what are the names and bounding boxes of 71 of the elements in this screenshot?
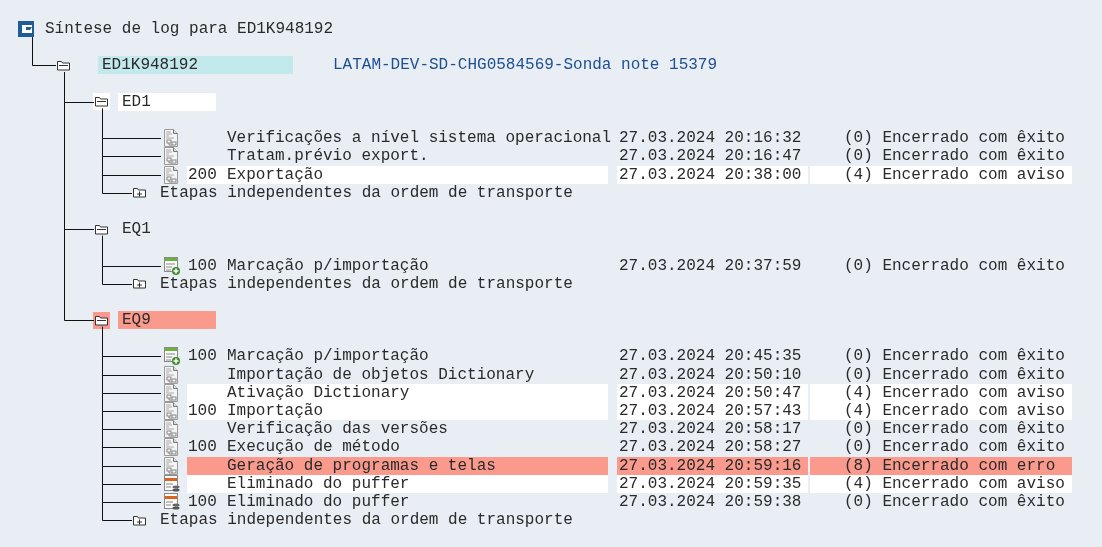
step-name: Tratam.prévio export. <box>226 147 430 166</box>
folder-icon[interactable] <box>56 58 71 72</box>
document-icon <box>161 147 181 166</box>
step-date: 27.03.2024 20:59:16 <box>617 456 808 475</box>
step-date: 27.03.2024 20:50:47 <box>617 383 808 402</box>
step-number: 100 <box>187 438 218 457</box>
step-name: Marcação p/importação <box>227 347 430 366</box>
import-icon <box>161 347 181 366</box>
group-label: Etapas independentes da ordem de transporte <box>160 511 573 530</box>
step-date: 27.03.2024 20:16:32 <box>618 129 803 148</box>
step-status: (0) Encerrado com êxito <box>843 129 1066 148</box>
folder-icon[interactable] <box>94 313 109 327</box>
step-date: 27.03.2024 20:45:35 <box>618 347 803 366</box>
step-date: 27.03.2024 20:59:38 <box>618 492 803 511</box>
document-icon <box>161 383 181 402</box>
step-number: 100 <box>187 402 227 421</box>
group-label: Etapas independentes da ordem de transporte <box>160 274 573 293</box>
step-date: 27.03.2024 20:58:17 <box>618 420 803 439</box>
folder-plus-icon[interactable] <box>132 277 147 291</box>
step-number: 100 <box>187 347 218 366</box>
step-status: (0) Encerrado com êxito <box>843 256 1066 275</box>
document-icon <box>161 456 181 475</box>
system-name: EQ9 <box>118 311 216 330</box>
group-label: Etapas independentes da ordem de transporte <box>160 183 573 202</box>
document-icon <box>161 420 181 439</box>
step-name: Importação de objetos Dictionary <box>226 365 536 384</box>
step-status: (0) Encerrado com êxito <box>843 147 1066 166</box>
step-name: Marcação p/importação <box>227 256 430 275</box>
step-status: (4) Encerrado com aviso <box>810 402 1072 421</box>
step-name: Verificação das versões <box>226 420 449 439</box>
step-date: 27.03.2024 20:57:43 <box>617 402 808 421</box>
folder-plus-icon[interactable] <box>132 513 147 527</box>
step-status: (4) Encerrado com aviso <box>810 165 1072 184</box>
document-icon <box>161 365 181 384</box>
step-number: 200 <box>187 165 227 184</box>
step-status: (8) Encerrado com erro <box>810 456 1072 475</box>
buffer-icon <box>161 492 181 511</box>
step-date: 27.03.2024 20:50:10 <box>618 365 803 384</box>
log-title: Síntese de log para ED1K948192 <box>45 20 334 39</box>
log-icon <box>18 21 34 38</box>
step-date: 27.03.2024 20:38:00 <box>617 165 808 184</box>
step-status: (0) Encerrado com êxito <box>843 438 1066 457</box>
step-number: 100 <box>187 256 218 275</box>
step-status: (4) Encerrado com aviso <box>810 383 1072 402</box>
step-status: (0) Encerrado com êxito <box>843 365 1066 384</box>
document-icon <box>161 129 181 148</box>
step-status: (0) Encerrado com êxito <box>843 492 1066 511</box>
import-icon <box>161 256 181 275</box>
document-icon <box>161 438 181 457</box>
request-id[interactable]: ED1K948192 <box>98 56 293 75</box>
system-name: ED1 <box>118 92 216 111</box>
folder-icon[interactable] <box>94 222 109 236</box>
step-date: 27.03.2024 20:37:59 <box>618 256 803 275</box>
step-number: 100 <box>187 492 218 511</box>
request-description: LATAM-DEV-SD-CHG0584569-Sonda note 15379 <box>333 56 718 75</box>
folder-plus-icon[interactable] <box>132 186 147 200</box>
step-date: 27.03.2024 20:16:47 <box>618 147 803 166</box>
step-status: (0) Encerrado com êxito <box>843 347 1066 366</box>
document-icon <box>161 165 181 184</box>
buffer-icon <box>161 474 181 493</box>
step-name: Geração de programas e telas <box>187 456 608 475</box>
step-name: Ativação Dictionary <box>187 383 608 402</box>
document-icon <box>161 402 181 421</box>
step-status: (0) Encerrado com êxito <box>843 420 1066 439</box>
step-name: Exportação <box>227 165 608 184</box>
step-name: Execução de método <box>227 438 401 457</box>
folder-icon[interactable] <box>94 95 109 109</box>
step-name: Importação <box>227 402 608 421</box>
system-name: EQ1 <box>121 220 152 239</box>
step-name: Eliminado do puffer <box>227 492 411 511</box>
step-date: 27.03.2024 20:58:27 <box>618 438 803 457</box>
